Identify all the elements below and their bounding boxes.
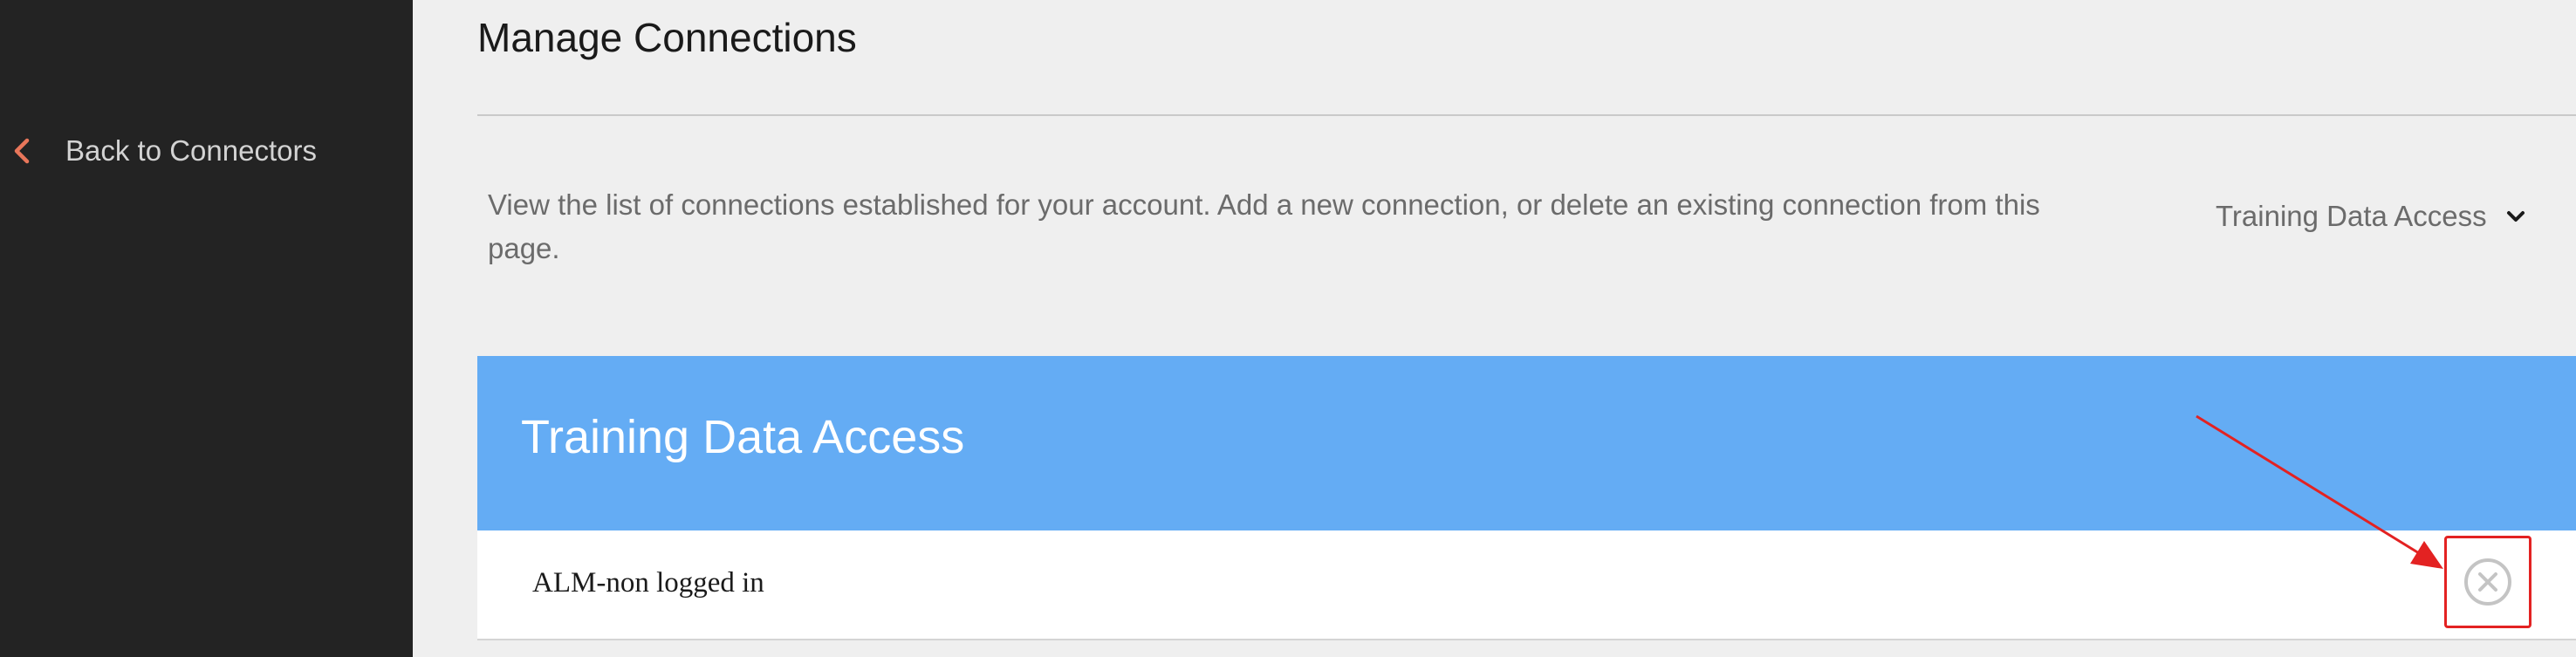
card-header: Training Data Access bbox=[477, 356, 2576, 530]
connections-card: Training Data Access ALM-non logged in bbox=[477, 356, 2576, 640]
connection-row: ALM-non logged in bbox=[477, 530, 2576, 640]
main-content: Manage Connections View the list of conn… bbox=[413, 0, 2576, 657]
page-title: Manage Connections bbox=[477, 15, 857, 60]
chevron-left-icon bbox=[10, 136, 33, 166]
back-to-connectors-link[interactable]: Back to Connectors bbox=[10, 131, 317, 171]
connection-name: ALM-non logged in bbox=[532, 567, 764, 599]
page-description: View the list of connections established… bbox=[488, 188, 2040, 264]
sidebar: Back to Connectors bbox=[0, 0, 413, 657]
account-dropdown[interactable]: Training Data Access bbox=[2216, 197, 2527, 236]
card-title: Training Data Access bbox=[521, 411, 965, 463]
close-circle-icon bbox=[2464, 558, 2511, 606]
back-to-connectors-label: Back to Connectors bbox=[65, 134, 317, 167]
account-dropdown-value: Training Data Access bbox=[2216, 200, 2487, 232]
delete-connection-button[interactable] bbox=[2444, 536, 2531, 628]
title-divider bbox=[477, 114, 2576, 116]
chevron-down-icon bbox=[2504, 208, 2527, 225]
